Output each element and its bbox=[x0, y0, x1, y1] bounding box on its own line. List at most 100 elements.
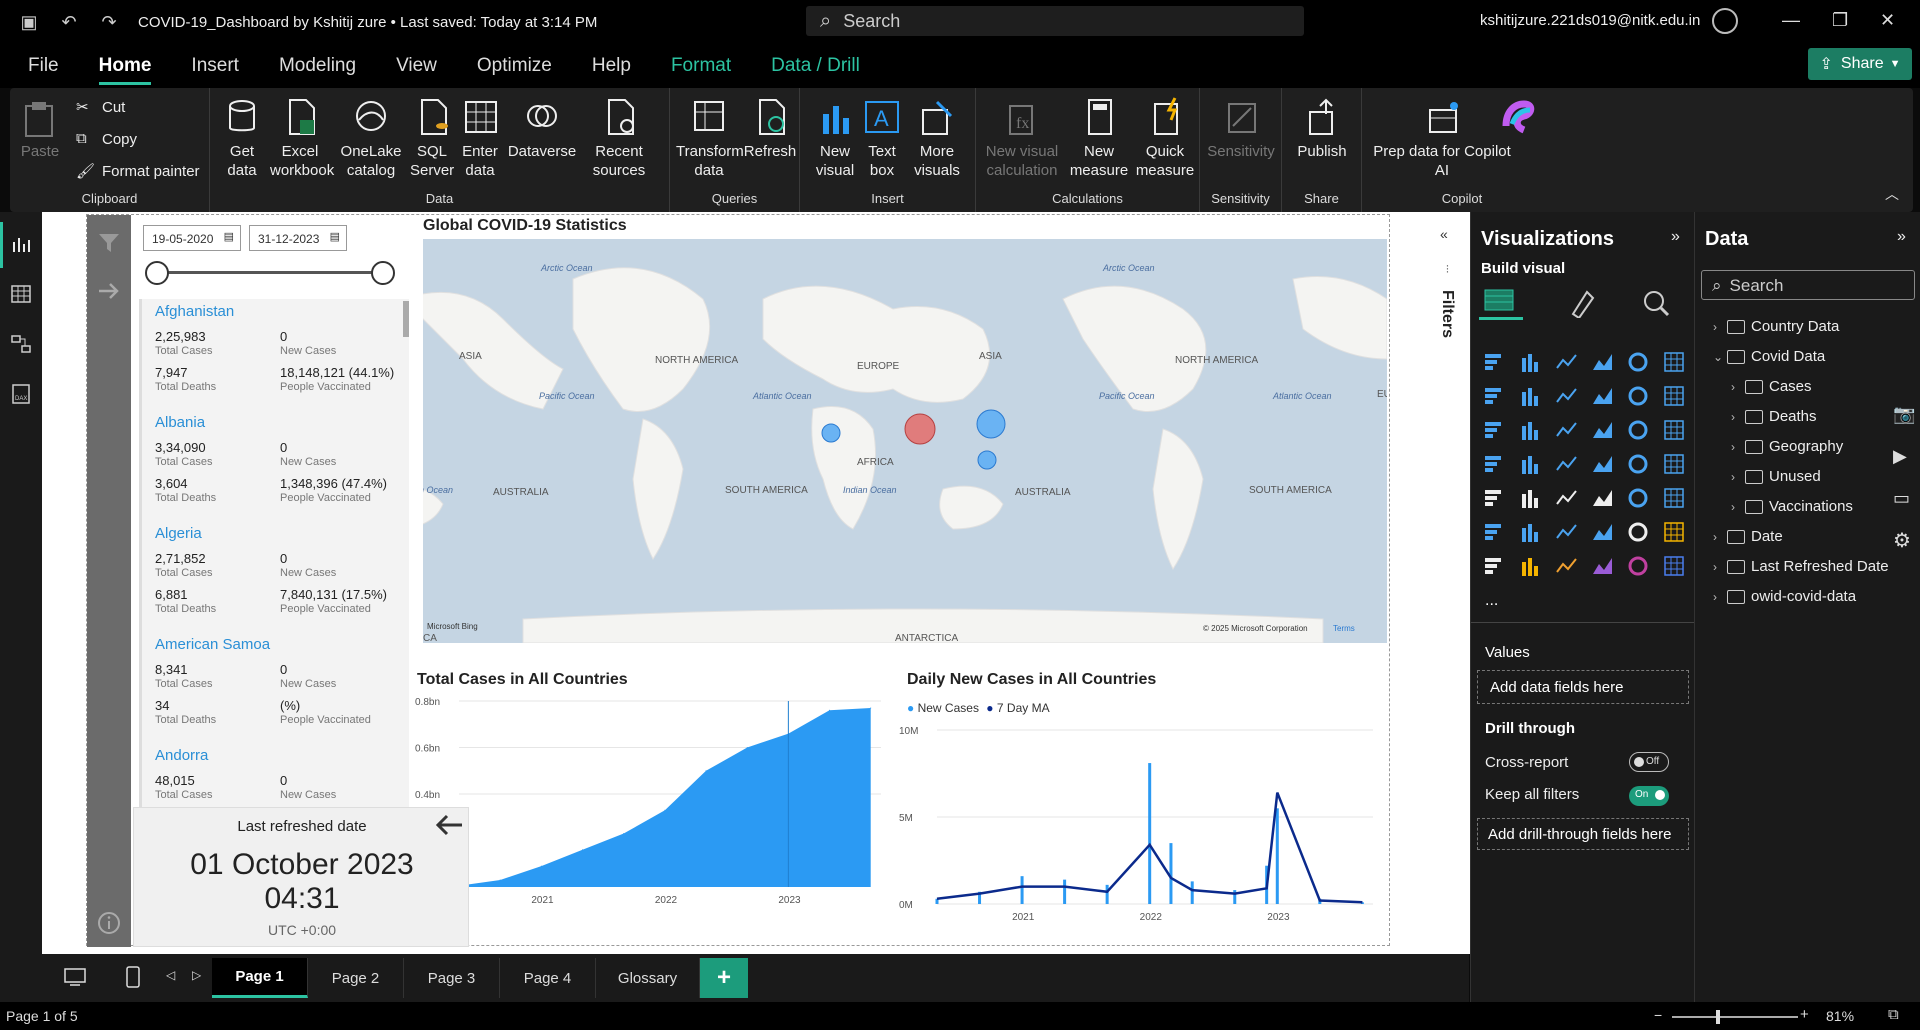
country-card[interactable]: Albania 3,34,090 Total Cases 0 New Cases… bbox=[139, 410, 409, 521]
tab-glossary[interactable]: Glossary bbox=[596, 958, 700, 998]
menu-view[interactable]: View bbox=[396, 55, 437, 77]
tab-page-2[interactable]: Page 2 bbox=[308, 958, 404, 998]
metrics-visual-icon[interactable] bbox=[1664, 522, 1684, 542]
close-icon[interactable]: ✕ bbox=[1880, 10, 1895, 31]
zoom-out-icon[interactable]: − bbox=[1654, 1007, 1662, 1023]
100-bar-visual-icon[interactable] bbox=[1628, 352, 1648, 372]
country-card[interactable]: Afghanistan 2,25,983 Total Cases 0 New C… bbox=[139, 299, 409, 410]
settings-gear-icon[interactable]: ⚙ bbox=[1893, 528, 1911, 553]
world-map[interactable]: Arctic Ocean Arctic Ocean Pacific Ocean … bbox=[423, 239, 1387, 643]
date-range-end-handle[interactable] bbox=[371, 261, 395, 285]
stacked-column-visual-icon[interactable] bbox=[1522, 354, 1538, 372]
avatar[interactable] bbox=[1712, 8, 1738, 34]
date-range-start-handle[interactable] bbox=[145, 261, 169, 285]
country-card[interactable]: Andorra 48,015 Total Cases 0 New Cases bbox=[139, 743, 409, 811]
tree-table-country-data[interactable]: › Country Data bbox=[1713, 318, 1839, 335]
power-apps-visual-icon[interactable] bbox=[1556, 558, 1577, 573]
get-data-button[interactable]: Get data bbox=[218, 96, 266, 180]
map-bubble[interactable] bbox=[977, 450, 997, 470]
card-visual-icon[interactable] bbox=[1664, 454, 1684, 474]
data-search-input[interactable]: ⌕ Search bbox=[1701, 270, 1915, 300]
account-email[interactable]: kshitijzure.221ds019@nitk.edu.in bbox=[1480, 12, 1700, 29]
fit-to-page-icon[interactable]: ⧉ bbox=[1888, 1006, 1899, 1023]
document-title[interactable]: COVID-19_Dashboard by Kshitij zure • Las… bbox=[138, 14, 597, 31]
sql-server-button[interactable]: SQL Server bbox=[410, 96, 454, 180]
publish-button[interactable]: Publish bbox=[1292, 96, 1352, 161]
maximize-icon[interactable]: ❐ bbox=[1832, 10, 1848, 31]
line-stacked-column-visual-icon[interactable] bbox=[1664, 386, 1684, 406]
sensitivity-button[interactable]: Sensitivity bbox=[1206, 96, 1276, 161]
refresh-button[interactable]: Refresh bbox=[742, 96, 798, 161]
tab-page-3[interactable]: Page 3 bbox=[404, 958, 500, 998]
clustered-column-visual-icon[interactable] bbox=[1593, 354, 1612, 370]
gauge-visual-icon[interactable] bbox=[1628, 454, 1648, 474]
tree-folder-cases[interactable]: › Cases bbox=[1731, 378, 1812, 395]
multi-card-visual-icon[interactable] bbox=[1485, 490, 1501, 506]
camera-icon[interactable]: 📷 bbox=[1893, 404, 1915, 425]
map-bubble[interactable] bbox=[821, 423, 841, 443]
100-column-visual-icon[interactable] bbox=[1664, 352, 1684, 372]
text-box-button[interactable]: A Text box bbox=[862, 96, 902, 180]
table-visual-icon[interactable] bbox=[1593, 490, 1612, 506]
treemap-visual-icon[interactable] bbox=[1485, 456, 1501, 472]
matrix-visual-icon[interactable] bbox=[1628, 488, 1648, 508]
waterfall-visual-icon[interactable] bbox=[1522, 422, 1538, 440]
arcgis-visual-icon[interactable] bbox=[1522, 558, 1538, 576]
minimize-icon[interactable]: — bbox=[1782, 10, 1800, 31]
prev-page-icon[interactable]: ◁ bbox=[166, 968, 175, 982]
menu-help[interactable]: Help bbox=[592, 55, 631, 77]
chevron-visual-icon[interactable] bbox=[1664, 556, 1684, 576]
zoom-slider[interactable] bbox=[1672, 1016, 1798, 1018]
tree-folder-geography[interactable]: › Geography bbox=[1731, 438, 1843, 455]
tree-folder-unused[interactable]: › Unused bbox=[1731, 468, 1821, 485]
menu-optimize[interactable]: Optimize bbox=[477, 55, 552, 77]
paste-button[interactable]: Paste bbox=[18, 96, 62, 161]
tree-table-date[interactable]: › Date bbox=[1713, 528, 1783, 545]
clustered-bar-visual-icon[interactable] bbox=[1556, 354, 1577, 369]
cut-button[interactable]: ✂ Cut bbox=[76, 98, 125, 117]
stacked-area-visual-icon[interactable] bbox=[1556, 388, 1577, 403]
zoom-in-icon[interactable]: + bbox=[1800, 1006, 1809, 1023]
zoom-level[interactable]: 81% bbox=[1826, 1008, 1854, 1024]
redo-icon[interactable]: ↷ bbox=[98, 11, 120, 33]
funnel-visual-icon[interactable] bbox=[1556, 422, 1577, 437]
share-button[interactable]: ⇪ Share ▼ bbox=[1808, 48, 1912, 80]
date-to-input[interactable]: 31-12-2023 ▤ bbox=[249, 225, 347, 251]
cross-report-toggle[interactable]: Off bbox=[1629, 752, 1669, 772]
tab-page-1[interactable]: Page 1 bbox=[212, 958, 308, 998]
map-visual-icon[interactable] bbox=[1522, 456, 1538, 474]
pie-visual-icon[interactable] bbox=[1628, 420, 1648, 440]
decomposition-visual-icon[interactable] bbox=[1556, 524, 1577, 539]
save-icon[interactable]: ▣ bbox=[18, 11, 40, 33]
prep-data-copilot-button[interactable]: Prep data for Copilot AI bbox=[1372, 96, 1512, 180]
menu-home[interactable]: Home bbox=[98, 55, 151, 85]
zoom-slider-handle[interactable] bbox=[1716, 1010, 1720, 1024]
line-column-visual-icon[interactable] bbox=[1628, 386, 1648, 406]
map-terms-link[interactable]: Terms bbox=[1333, 624, 1355, 633]
tree-folder-deaths[interactable]: › Deaths bbox=[1731, 408, 1817, 425]
model-view-icon[interactable] bbox=[11, 334, 31, 354]
qa-visual-icon[interactable] bbox=[1593, 524, 1612, 540]
menu-insert[interactable]: Insert bbox=[191, 55, 239, 77]
country-card[interactable]: Algeria 2,71,852 Total Cases 0 New Cases… bbox=[139, 521, 409, 632]
filled-map-visual-icon[interactable] bbox=[1556, 456, 1577, 471]
line-visual-icon[interactable] bbox=[1485, 388, 1501, 404]
onelake-catalog-button[interactable]: OneLake catalog bbox=[336, 96, 406, 180]
desktop-layout-icon[interactable] bbox=[64, 968, 86, 991]
transform-data-button[interactable]: Transform data bbox=[676, 96, 744, 180]
back-arrow-icon[interactable] bbox=[434, 812, 464, 843]
key-influencers-visual-icon[interactable] bbox=[1522, 524, 1538, 542]
azure-map-visual-icon[interactable] bbox=[1593, 456, 1612, 472]
donut-visual-icon[interactable] bbox=[1664, 420, 1684, 440]
build-visual-tab[interactable] bbox=[1479, 284, 1523, 320]
visual-type-gallery[interactable] bbox=[1483, 350, 1689, 580]
ribbon-visual-icon[interactable] bbox=[1485, 422, 1501, 438]
recent-sources-button[interactable]: Recent sources bbox=[584, 96, 654, 180]
tree-table-covid-data[interactable]: ⌄ Covid Data bbox=[1713, 348, 1825, 365]
date-from-input[interactable]: 19-05-2020 ▤ bbox=[143, 225, 241, 251]
daily-new-cases-chart[interactable]: 10M 5M 0M 2021 2022 2023 bbox=[897, 720, 1377, 930]
new-visual-button[interactable]: New visual bbox=[812, 96, 858, 180]
python-visual-icon[interactable] bbox=[1485, 524, 1501, 540]
quick-measure-button[interactable]: Quick measure bbox=[1134, 96, 1196, 180]
tree-table-owid[interactable]: › owid-covid-data bbox=[1713, 588, 1856, 605]
